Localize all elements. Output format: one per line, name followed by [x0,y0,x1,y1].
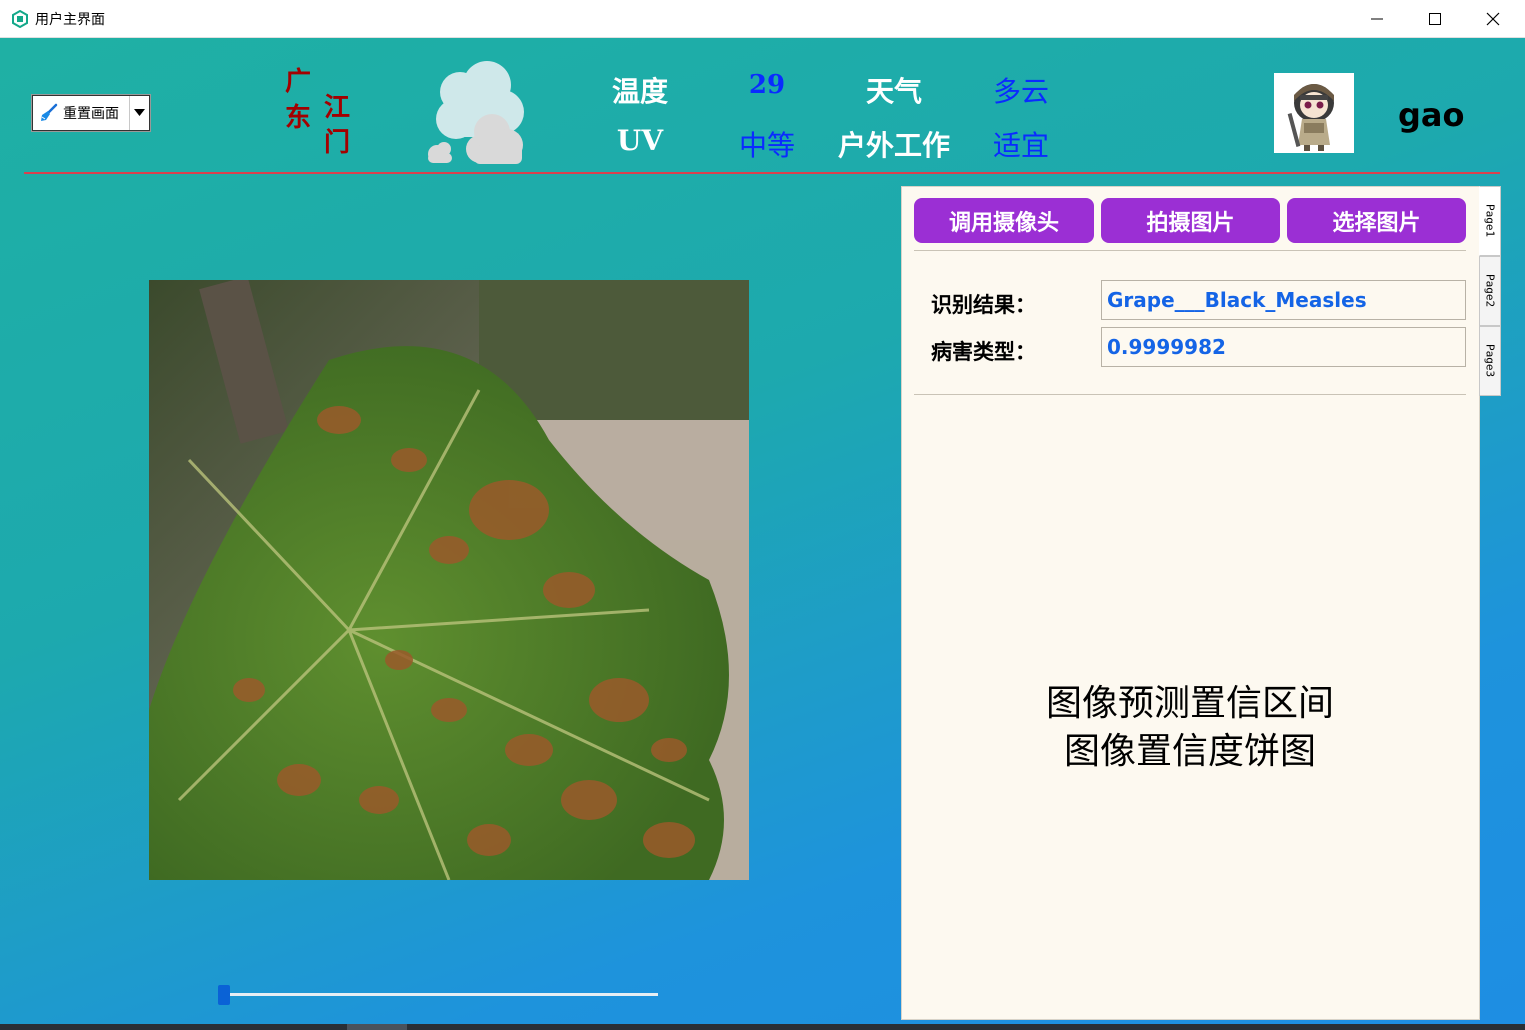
cloud-icon [428,61,524,164]
app-icon [12,10,28,28]
tab-page2-label: Page2 [1483,274,1497,308]
disease-type-label: 病害类型： [931,340,1036,364]
capture-image-button[interactable]: 拍摄图片 [1101,198,1280,243]
tab-page3-label: Page3 [1483,344,1497,378]
temperature-value: 29 [748,70,786,100]
maximize-icon [1429,13,1441,25]
reset-view-select[interactable]: 重置画面 [32,95,150,131]
result-field: Grape___Black_Measles [1101,280,1466,320]
tab-page1[interactable]: Page1 [1479,186,1501,256]
title-bar: 用户主界面 [0,0,1525,38]
confidence-pie-placeholder: 图像置信度饼图 [1063,731,1316,772]
image-slider-track[interactable] [220,993,658,996]
select-image-button[interactable]: 选择图片 [1287,198,1466,243]
bottom-strip [0,1024,1525,1030]
panel-divider-top [914,250,1466,251]
uv-label: UV [616,124,664,157]
temperature-label: 温度 [611,75,668,108]
minimize-button[interactable] [1348,0,1406,38]
location-province-char-2: 东 [285,103,312,133]
close-button[interactable] [1464,0,1522,38]
location-city-char-2: 门 [324,128,351,158]
taskbar-segment [347,1024,407,1030]
disease-type-field: 0.9999982 [1101,327,1466,367]
close-icon [1486,12,1500,26]
confidence-interval-placeholder: 图像预测置信区间 [1045,683,1334,724]
window-title: 用户主界面 [35,12,105,28]
chevron-down-icon [134,109,145,116]
maximize-button[interactable] [1406,0,1464,38]
location-province-char-1: 广 [285,67,312,97]
broom-icon [41,103,58,121]
avatar-image [1274,73,1354,153]
outdoor-work-value: 适宜 [992,129,1049,162]
username: gao [1398,96,1465,134]
leaf-image [149,280,749,880]
open-camera-button[interactable]: 调用摄像头 [914,198,1094,243]
location-city-char-1: 江 [324,93,351,123]
avatar[interactable] [1274,73,1354,153]
dropdown-arrow[interactable] [129,96,149,130]
weather-value: 多云 [992,75,1049,108]
reset-select-label: 重置画面 [63,106,119,122]
uv-value: 中等 [738,129,795,162]
tab-page1-label: Page1 [1483,204,1497,238]
image-slider-handle[interactable] [218,985,230,1005]
minimize-icon [1371,18,1383,20]
tab-page2[interactable]: Page2 [1479,256,1501,326]
panel-divider-bottom [914,394,1466,395]
tab-page3[interactable]: Page3 [1479,326,1501,396]
outdoor-work-label: 户外工作 [837,129,950,162]
result-label: 识别结果： [931,293,1036,317]
leaf-photo [149,280,749,880]
header-divider [24,172,1500,174]
weather-label: 天气 [865,75,922,108]
